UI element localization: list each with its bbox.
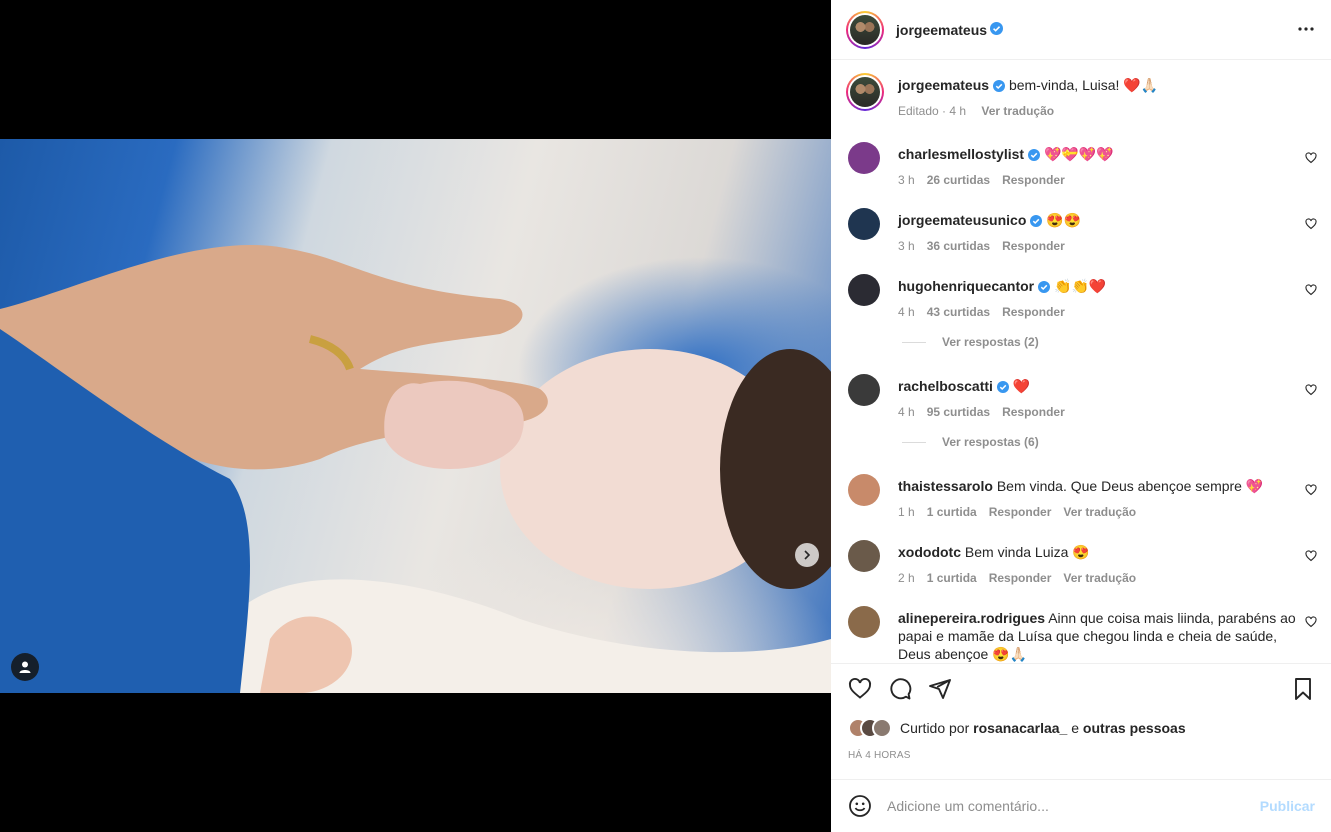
caption-translate-link[interactable]: Ver tradução [981,104,1054,118]
translate-link[interactable]: Ver tradução [1063,571,1136,585]
like-comment-icon[interactable] [1305,484,1317,496]
comment-time: 1 h [898,505,915,519]
comments-list[interactable]: jorgeemateus bem-vinda, Luisa! ❤️🙏🏻 Edit… [831,61,1331,663]
comment-text: Bem vinda. Que Deus abençoe sempre 💖 [996,478,1264,494]
comment-likes[interactable]: 43 curtidas [927,305,990,319]
comment-time: 3 h [898,239,915,253]
add-comment-bar: Adicione um comentário... Publicar [831,779,1331,832]
bookmark-icon [1295,678,1311,700]
comment-time: 3 h [898,173,915,187]
comment-likes[interactable]: 1 curtida [927,571,977,585]
comment-likes[interactable]: 1 curtida [927,505,977,519]
caption-text: bem-vinda, Luisa! ❤️🙏🏻 [1008,77,1159,93]
view-replies-button[interactable]: Ver respostas (2) [902,335,1039,349]
comment-avatar[interactable] [848,474,880,506]
comment-text: 😍😍 [1046,212,1082,228]
like-comment-icon[interactable] [1305,152,1317,164]
comment-input[interactable]: Adicione um comentário... [887,798,1049,814]
more-options-icon[interactable] [1297,20,1315,38]
comment-text: ❤️ [1012,378,1031,394]
reply-button[interactable]: Responder [1002,405,1065,419]
comment-time: 2 h [898,571,915,585]
comment-icon [890,678,912,700]
chevron-right-icon [804,550,811,560]
share-button[interactable] [928,677,952,706]
comment-username[interactable]: charlesmellostylist [898,146,1024,162]
reply-button[interactable]: Responder [989,571,1052,585]
liker-avatar[interactable] [872,718,892,738]
comment-avatar[interactable] [848,540,880,572]
caption-text-row: jorgeemateus bem-vinda, Luisa! ❤️🙏🏻 [898,76,1298,94]
other-likers-link[interactable]: outras pessoas [1083,720,1186,736]
verified-icon [993,80,1006,92]
comment-likes[interactable]: 36 curtidas [927,239,990,253]
comment-username[interactable]: xododotc [898,544,961,560]
user-icon [19,661,31,673]
liker-username[interactable]: rosanacarlaa_ [973,720,1067,736]
verified-icon [996,381,1009,393]
likes-summary: Curtido por rosanacarlaa_ e outras pesso… [848,718,1186,738]
author-avatar[interactable] [846,11,884,49]
translate-link[interactable]: Ver tradução [1063,505,1136,519]
comment-username[interactable]: alinepereira.rodrigues [898,610,1045,626]
verified-icon [990,22,1003,35]
comment-text: 💖💝💖💖 [1043,146,1114,162]
view-replies-button[interactable]: Ver respostas (6) [902,435,1039,449]
comment-time: 4 h [898,405,915,419]
comment-text: 👏👏❤️ [1054,278,1107,294]
comment-username[interactable]: hugohenriquecantor [898,278,1034,294]
reply-button[interactable]: Responder [1002,173,1065,187]
caption-avatar[interactable] [846,73,884,111]
author-username[interactable]: jorgeemateus [896,22,987,38]
media-area [0,0,831,832]
caption-meta: Editado · 4 h Ver tradução [898,104,1066,118]
post-side-panel: jorgeemateus jorgeemateus bem-vinda, Lui… [831,0,1331,832]
emoji-icon[interactable] [848,794,872,818]
comment-time: 4 h [898,305,915,319]
action-bar [848,677,952,706]
like-button[interactable] [848,677,872,706]
comment-button[interactable] [888,677,912,706]
verified-icon [1030,215,1043,227]
verified-icon [1038,281,1051,293]
next-media-button[interactable] [795,543,819,567]
verified-icon [1028,149,1041,161]
caption-username[interactable]: jorgeemateus [898,77,989,93]
like-comment-icon[interactable] [1305,384,1317,396]
comment-username[interactable]: rachelboscatti [898,378,993,394]
heart-icon [849,677,871,699]
comment-text: Bem vinda Luiza 😍 [964,544,1090,560]
comment-likes[interactable]: 26 curtidas [927,173,990,187]
likes-text: Curtido por rosanacarlaa_ e outras pesso… [900,720,1186,736]
reply-button[interactable]: Responder [1002,239,1065,253]
like-comment-icon[interactable] [1305,284,1317,296]
publish-button[interactable]: Publicar [1260,798,1315,814]
comment-avatar[interactable] [848,142,880,174]
instagram-post-viewer: jorgeemateus jorgeemateus bem-vinda, Lui… [0,0,1331,832]
comment-avatar[interactable] [848,274,880,306]
photo-illustration [0,244,831,693]
like-comment-icon[interactable] [1305,550,1317,562]
post-header: jorgeemateus [831,0,1331,60]
comment-avatar[interactable] [848,606,880,638]
post-photo[interactable] [0,139,831,693]
reply-button[interactable]: Responder [1002,305,1065,319]
save-button[interactable] [1291,677,1315,706]
divider [831,663,1331,664]
caption-edited: Editado · 4 h [898,104,967,118]
like-comment-icon[interactable] [1305,218,1317,230]
send-icon [929,679,951,699]
tagged-users-button[interactable] [11,653,39,681]
comment-avatar[interactable] [848,374,880,406]
comment-likes[interactable]: 95 curtidas [927,405,990,419]
comment-username[interactable]: thaistessarolo [898,478,993,494]
comment-username[interactable]: jorgeemateusunico [898,212,1026,228]
comment-avatar[interactable] [848,208,880,240]
reply-button[interactable]: Responder [989,505,1052,519]
like-comment-icon[interactable] [1305,616,1317,628]
post-timestamp[interactable]: HÁ 4 HORAS [848,750,911,761]
